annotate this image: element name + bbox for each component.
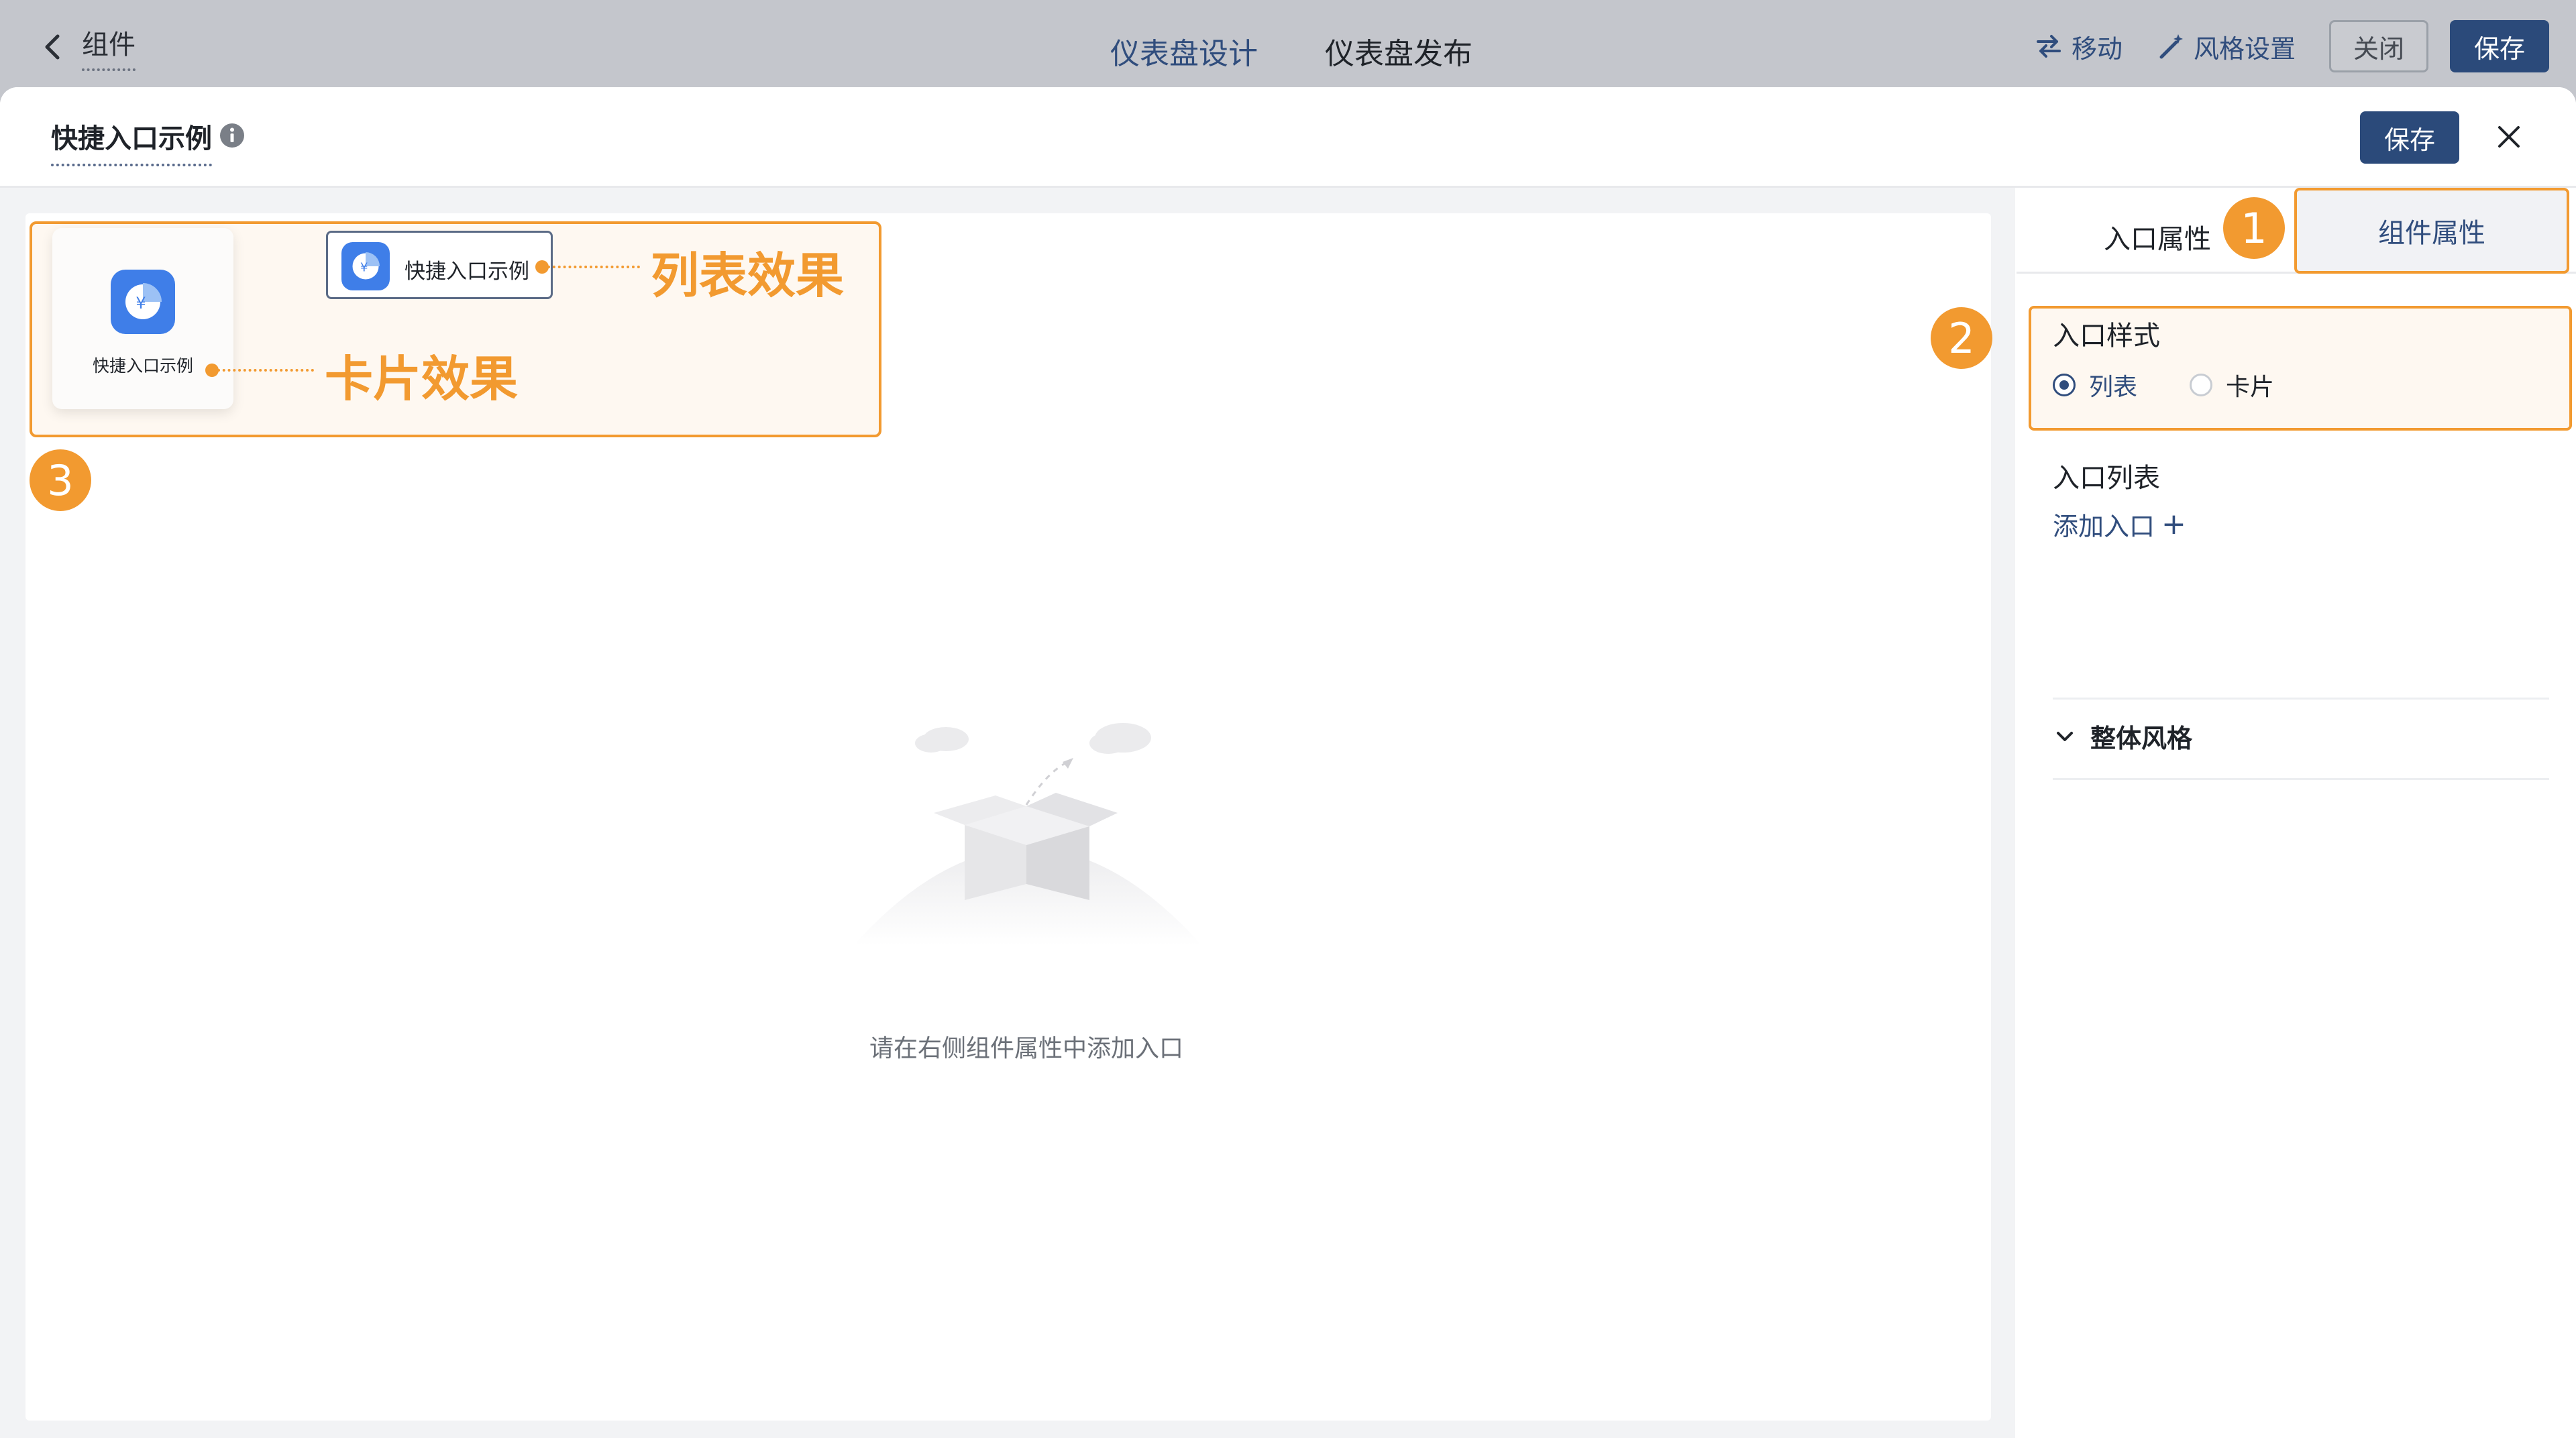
back-button[interactable]: 组件 xyxy=(40,23,136,71)
close-button[interactable]: 关闭 xyxy=(2329,20,2428,72)
annotation-card-effect: 卡片效果 xyxy=(325,350,519,407)
back-label: 组件 xyxy=(82,23,136,71)
radio-list-option[interactable]: 列表 xyxy=(2053,368,2137,402)
style-settings-label: 风格设置 xyxy=(2193,34,2296,64)
style-settings-button[interactable]: 风格设置 xyxy=(2156,28,2296,65)
step-badge-1: 1 xyxy=(2223,197,2285,259)
yen-pie-chart-icon: ¥ xyxy=(341,242,390,290)
magic-wand-icon xyxy=(2159,34,2183,59)
radio-list-label: 列表 xyxy=(2089,374,2138,401)
entry-style-label: 入口样式 xyxy=(2053,321,2160,351)
annotation-dot-card xyxy=(205,364,219,377)
step-badge-2: 2 xyxy=(1931,307,1992,369)
empty-box-illustration xyxy=(853,723,1202,946)
list-style-demo: ¥ 快捷入口示例 xyxy=(326,231,553,299)
modal-header: 快捷入口示例 保存 xyxy=(0,87,2576,188)
move-button[interactable]: 移动 xyxy=(2034,28,2123,65)
overall-style-label: 整体风格 xyxy=(2090,724,2193,753)
tab-dashboard-design[interactable]: 仪表盘设计 xyxy=(1110,30,1258,72)
annotation-line-card xyxy=(217,369,314,372)
step-badge-3: 3 xyxy=(30,449,91,511)
svg-text:¥: ¥ xyxy=(360,261,368,275)
annotation-list-effect: 列表效果 xyxy=(651,247,845,304)
overall-style-section-toggle[interactable]: 整体风格 xyxy=(2053,718,2192,755)
add-entry-button[interactable]: 添加入口 + xyxy=(2053,506,2186,543)
chevron-down-icon xyxy=(2057,731,2073,741)
radio-list[interactable] xyxy=(2053,374,2076,396)
chevron-left-icon xyxy=(45,34,60,60)
save-button[interactable]: 保存 xyxy=(2450,20,2549,72)
move-label: 移动 xyxy=(2071,34,2123,64)
list-demo-label: 快捷入口示例 xyxy=(405,260,529,284)
radio-card-option[interactable]: 卡片 xyxy=(2190,368,2274,402)
yen-pie-chart-icon: ¥ xyxy=(111,270,175,334)
modal-save-button[interactable]: 保存 xyxy=(2360,111,2459,164)
card-style-demo: ¥ 快捷入口示例 xyxy=(52,228,233,409)
radio-card-label: 卡片 xyxy=(2226,374,2275,401)
svg-text:¥: ¥ xyxy=(136,294,146,313)
modal-title[interactable]: 快捷入口示例 xyxy=(51,117,212,166)
tab-dashboard-publish[interactable]: 仪表盘发布 xyxy=(1325,30,1472,72)
annotation-dot-list xyxy=(535,260,549,274)
divider xyxy=(2053,698,2549,700)
properties-panel: 入口属性 组件属性 1 2 入口样式 列表 卡片 入口列表 添加入口 + 整体风… xyxy=(1931,188,2576,1438)
tab-component-properties[interactable]: 组件属性 xyxy=(2294,188,2569,274)
plus-icon: + xyxy=(2161,507,2186,541)
close-icon[interactable] xyxy=(2493,121,2525,153)
tab-entry-properties[interactable]: 入口属性 xyxy=(2104,217,2211,256)
component-editor-modal: 快捷入口示例 保存 ¥ 快捷入口示例 ¥ 快捷入口示例 列表效果 卡片效果 3 … xyxy=(0,87,2576,1438)
add-entry-label: 添加入口 xyxy=(2053,512,2155,541)
top-tabs: 仪表盘设计 仪表盘发布 xyxy=(1110,30,1472,72)
info-icon[interactable] xyxy=(219,122,246,149)
top-bar: 组件 仪表盘设计 仪表盘发布 移动 风格设置 关闭 保存 xyxy=(0,0,2576,87)
entry-list-label: 入口列表 xyxy=(2053,463,2160,494)
swap-arrows-icon xyxy=(2036,35,2061,58)
radio-card[interactable] xyxy=(2190,374,2212,396)
top-actions: 移动 风格设置 关闭 保存 xyxy=(2034,20,2549,72)
annotation-line-list xyxy=(547,266,640,268)
panel-tabs: 入口属性 组件属性 xyxy=(2017,188,2576,274)
divider xyxy=(2053,778,2549,780)
empty-state-text: 请在右侧组件属性中添加入口 xyxy=(869,1035,1183,1062)
